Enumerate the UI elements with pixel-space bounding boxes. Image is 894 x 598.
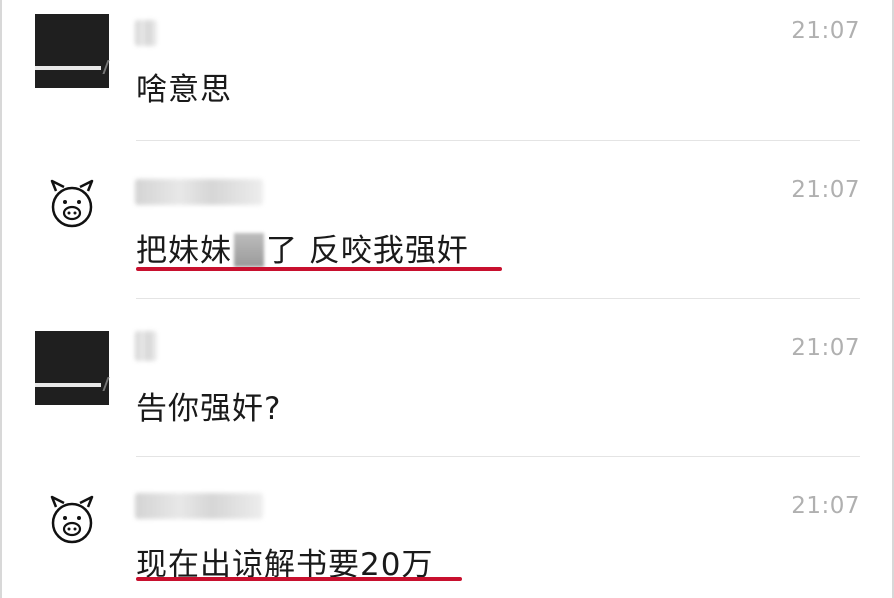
sender-name-blurred [135, 179, 263, 205]
pig-face-icon-svg [50, 495, 94, 544]
chat-message[interactable]: 21:07 现在出谅解书要20万 [0, 457, 894, 598]
message-text-after-redaction: 了 反咬我强奸 [266, 233, 469, 269]
message-text[interactable]: 告你强奸? [136, 383, 281, 428]
avatar-stripe [35, 66, 101, 70]
message-time: 21:07 [791, 335, 860, 361]
pig-face-icon-svg [50, 179, 94, 228]
pig-face-icon[interactable] [46, 493, 98, 549]
chat-message-list[interactable]: 21:07 啥意思 21:07 把妹妹了 反咬我强奸 21:07 告你强奸? 2… [0, 0, 894, 598]
sender-name-blurred [135, 331, 157, 361]
avatar-mark [92, 377, 110, 391]
pig-face-icon[interactable] [46, 177, 98, 233]
redacted-character [234, 233, 264, 267]
chat-message[interactable]: 21:07 告你强奸? [0, 299, 894, 456]
avatar-mark [92, 60, 110, 74]
message-time: 21:07 [791, 177, 860, 203]
sender-name-blurred [135, 493, 263, 519]
avatar[interactable] [35, 331, 110, 405]
message-time: 21:07 [791, 493, 860, 519]
message-text[interactable]: 啥意思 [136, 64, 232, 109]
chat-message[interactable]: 21:07 把妹妹了 反咬我强奸 [0, 141, 894, 298]
avatar[interactable] [35, 14, 110, 88]
chat-message[interactable]: 21:07 啥意思 [0, 0, 894, 140]
highlight-underline [136, 267, 502, 271]
highlight-underline [136, 577, 462, 581]
avatar-stripe [35, 383, 101, 387]
sender-name-blurred [135, 20, 157, 46]
message-text[interactable]: 把妹妹了 反咬我强奸 [136, 225, 469, 270]
message-time: 21:07 [791, 18, 860, 44]
message-text-before-redaction: 把妹妹 [136, 233, 232, 269]
